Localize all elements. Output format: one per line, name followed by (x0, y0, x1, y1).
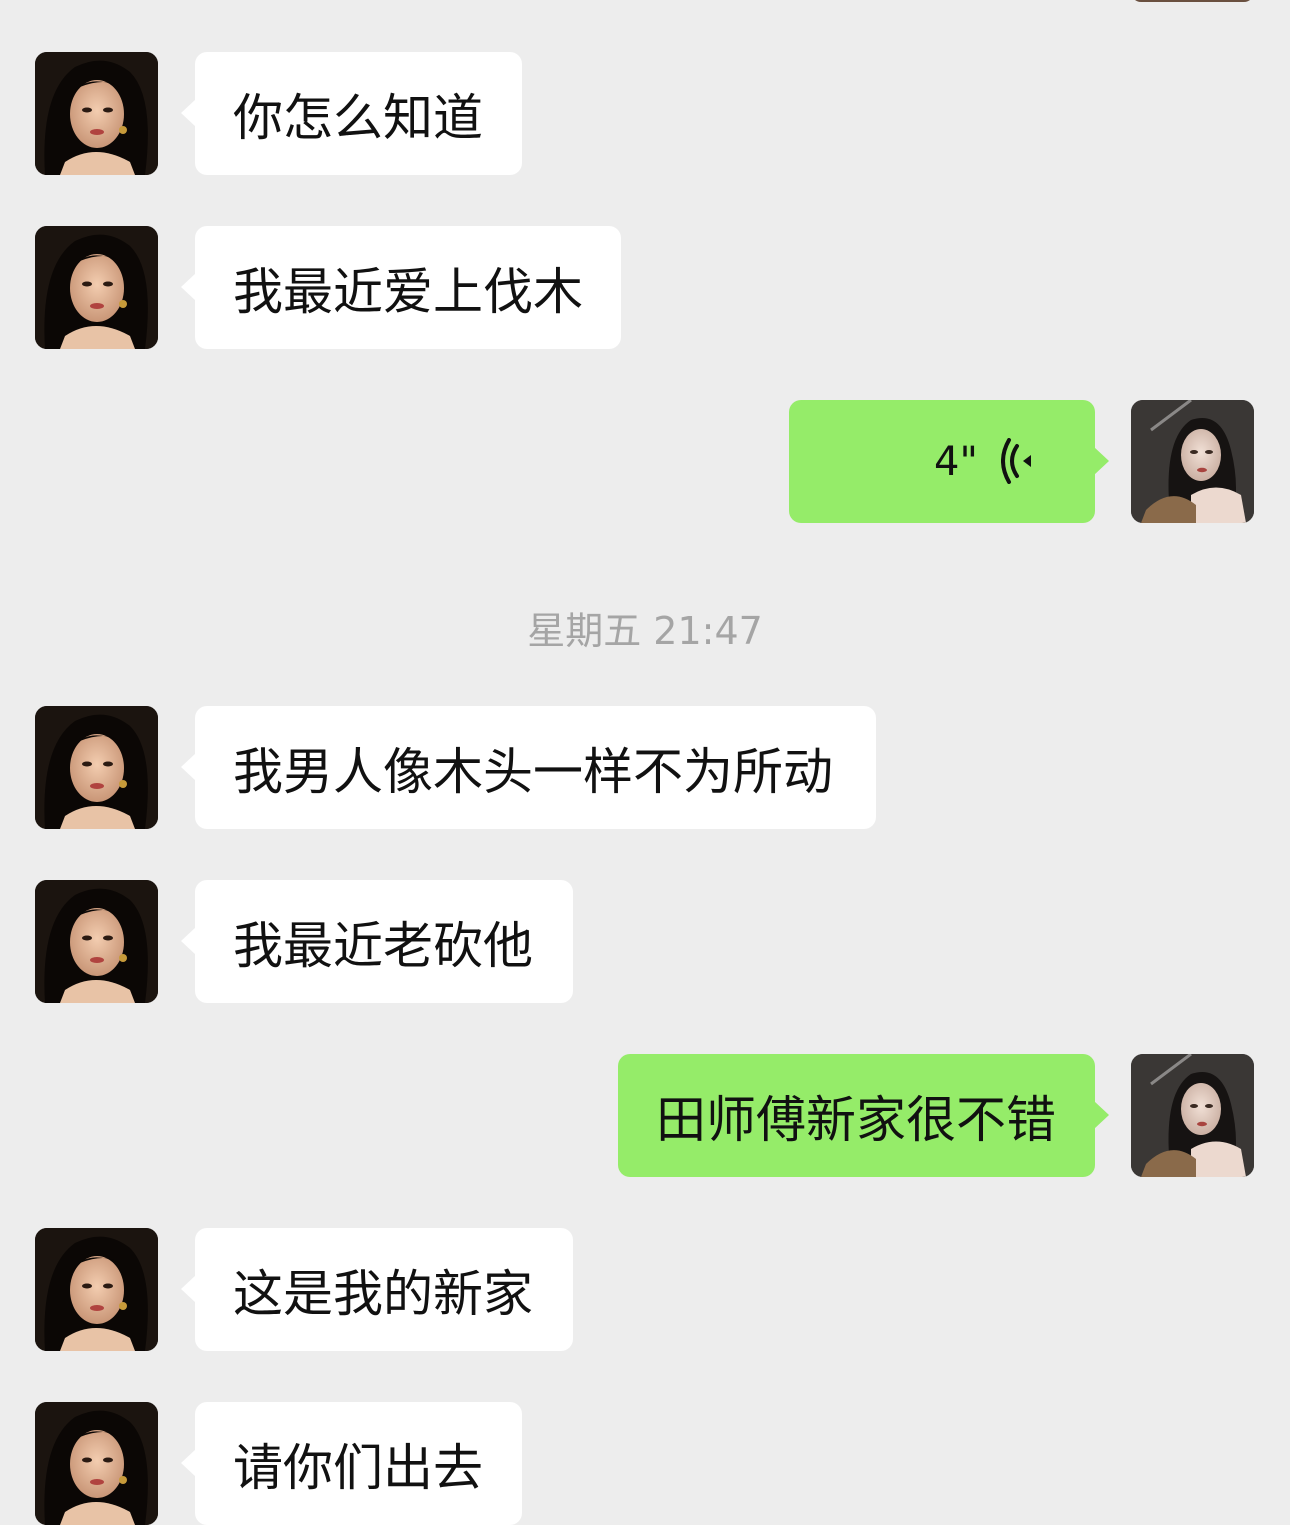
incoming-message-bubble[interactable]: 我男人像木头一样不为所动 (181, 706, 876, 829)
contact-avatar[interactable] (35, 1228, 158, 1351)
chat-timestamp: 星期五 21:47 (527, 609, 763, 653)
contact-avatar[interactable] (35, 1402, 158, 1525)
message-text: 这是我的新家 (233, 1264, 533, 1323)
outgoing-message-bubble[interactable]: 田师傅新家很不错 (618, 1054, 1109, 1177)
incoming-message-bubble[interactable]: 我最近老砍他 (181, 880, 573, 1003)
partial-avatar[interactable] (1131, 0, 1254, 2)
message-text: 我最近爱上伐木 (233, 262, 583, 321)
incoming-message-bubble[interactable]: 请你们出去 (181, 1402, 522, 1525)
message-text: 我最近老砍他 (233, 916, 533, 975)
contact-avatar[interactable] (35, 880, 158, 1003)
incoming-message-bubble[interactable]: 我最近爱上伐木 (181, 226, 621, 349)
contact-avatar[interactable] (35, 52, 158, 175)
message-text: 田师傅新家很不错 (656, 1090, 1056, 1149)
incoming-message-bubble[interactable]: 你怎么知道 (181, 52, 522, 175)
message-text: 请你们出去 (233, 1438, 483, 1497)
voice-wave-icon (1001, 438, 1035, 496)
my-avatar[interactable] (1131, 400, 1254, 523)
voice-duration: 4" (934, 438, 978, 485)
contact-avatar[interactable] (35, 226, 158, 349)
message-text: 我男人像木头一样不为所动 (233, 742, 833, 801)
incoming-message-bubble[interactable]: 这是我的新家 (181, 1228, 573, 1351)
message-text: 你怎么知道 (233, 88, 483, 147)
contact-avatar[interactable] (35, 706, 158, 829)
my-avatar[interactable] (1131, 1054, 1254, 1177)
outgoing-voice-message[interactable]: 4" (789, 400, 1109, 523)
